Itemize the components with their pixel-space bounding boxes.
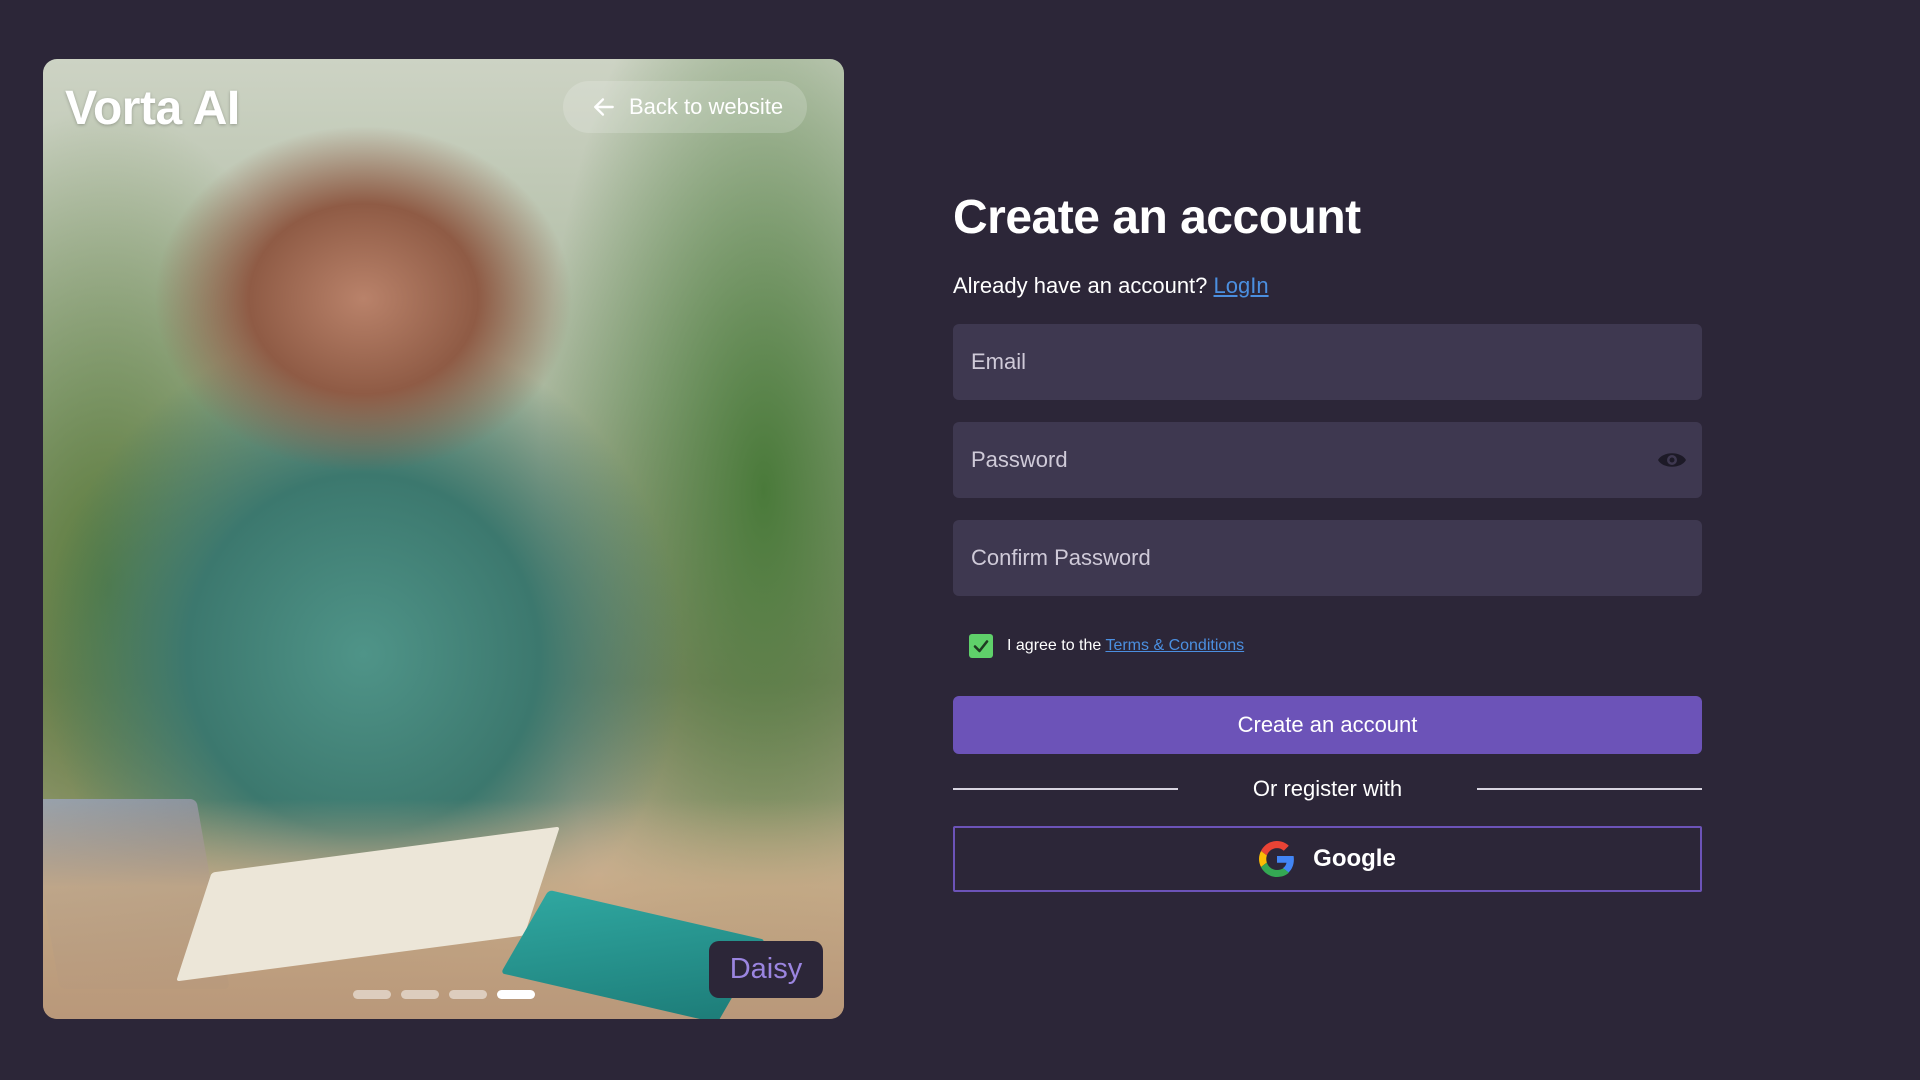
brand-logo: Vorta AI	[65, 82, 240, 135]
carousel-dot-2[interactable]	[401, 990, 439, 999]
back-to-website-label: Back to website	[629, 94, 784, 119]
login-link[interactable]: LogIn	[1214, 273, 1269, 298]
google-label: Google	[1313, 845, 1396, 872]
register-divider: Or register with	[953, 776, 1702, 802]
signup-form: Create an account Already have an accoun…	[953, 190, 1702, 892]
confirm-password-field[interactable]	[953, 520, 1702, 596]
confirm-password-field-container	[953, 520, 1702, 596]
password-field-container	[953, 422, 1702, 498]
terms-agreement: I agree to the Terms & Conditions	[953, 634, 1702, 658]
carousel-dot-4[interactable]	[497, 990, 535, 999]
eye-icon[interactable]	[1656, 448, 1688, 472]
email-field[interactable]	[953, 324, 1702, 400]
page-title: Create an account	[953, 191, 1361, 244]
carousel-indicators	[353, 990, 535, 999]
terms-checkbox[interactable]	[969, 634, 993, 658]
carousel-dot-3[interactable]	[449, 990, 487, 999]
divider-line-left	[953, 788, 1178, 790]
arrow-left-icon	[594, 98, 614, 116]
password-field[interactable]	[953, 422, 1702, 498]
terms-label-text: I agree to the	[1007, 637, 1106, 654]
terms-link[interactable]: Terms & Conditions	[1105, 637, 1244, 654]
create-account-button[interactable]: Create an account	[953, 696, 1702, 754]
character-name-badge: Daisy	[709, 941, 823, 998]
google-register-button[interactable]: Google	[953, 826, 1702, 892]
hero-image-panel: Vorta AI Back to website Daisy	[43, 59, 844, 1019]
google-icon	[1259, 841, 1295, 877]
email-field-container	[953, 324, 1702, 400]
login-prompt: Already have an account? LogIn	[953, 273, 1702, 299]
divider-line-right	[1477, 788, 1702, 790]
back-to-website-button[interactable]: Back to website	[563, 81, 808, 133]
terms-label: I agree to the Terms & Conditions	[1007, 637, 1244, 655]
divider-label: Or register with	[1252, 776, 1403, 801]
login-prompt-text: Already have an account?	[953, 273, 1214, 298]
carousel-dot-1[interactable]	[353, 990, 391, 999]
check-icon	[973, 640, 989, 653]
